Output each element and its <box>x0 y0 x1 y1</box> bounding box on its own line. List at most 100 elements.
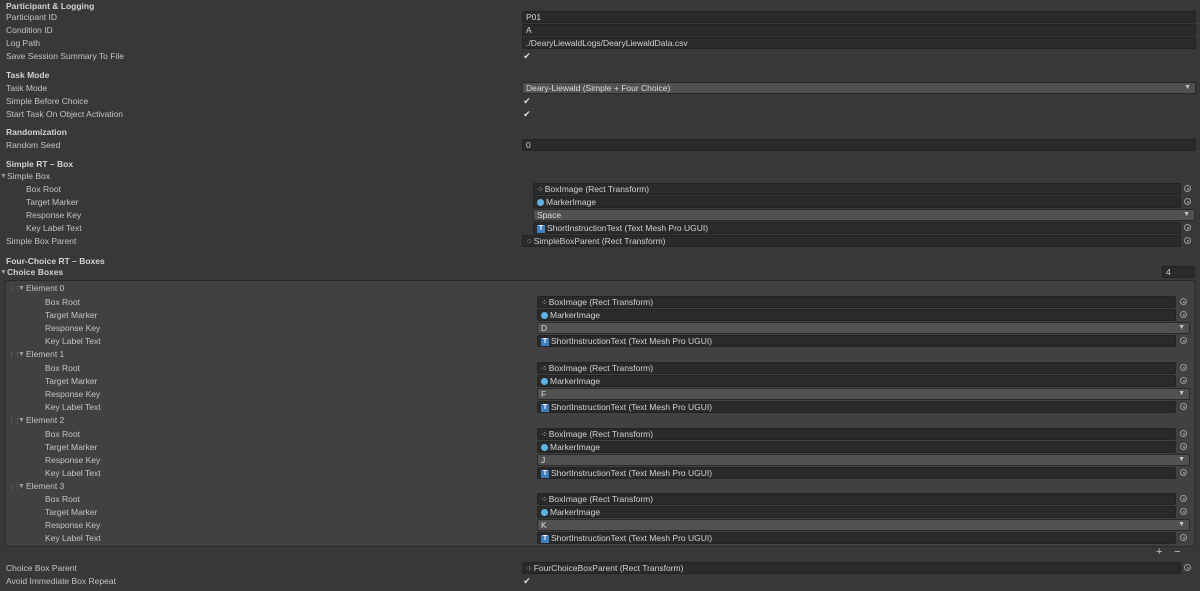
element-label: Element 0 <box>26 283 65 293</box>
object-picker-icon[interactable] <box>1180 495 1187 502</box>
task-mode-dropdown[interactable]: Deary-Liewald (Simple + Four Choice) ▼ <box>522 82 1196 94</box>
foldout-arrow-icon[interactable]: ▼ <box>0 266 7 279</box>
key-label-text-field[interactable]: T ShortInstructionText (Text Mesh Pro UGU… <box>537 401 1176 413</box>
rect-transform-icon: ⁘ <box>526 563 533 573</box>
object-picker-icon[interactable] <box>1184 198 1191 205</box>
key-label-text-label: Key Label Text <box>45 402 101 412</box>
element-3-box-root-row: Box Root ⁘ BoxImage (Rect Transform) <box>0 493 1200 506</box>
simple-box-parent-row: Simple Box Parent ⁘ SimpleBoxParent (Rect… <box>0 235 1200 248</box>
image-icon <box>541 444 548 452</box>
object-picker-icon[interactable] <box>1180 403 1187 410</box>
response-key-dropdown[interactable]: F ▼ <box>537 388 1190 400</box>
foldout-arrow-icon[interactable]: ▼ <box>18 414 25 427</box>
box-root-field[interactable]: ⁘ BoxImage (Rect Transform) <box>537 362 1176 374</box>
start-on-activation-checkbox[interactable]: ✔ <box>522 109 532 119</box>
section-task: Task Mode <box>0 69 1200 82</box>
simple-response-key-dropdown[interactable]: Space ▼ <box>533 209 1195 221</box>
condition-id-field[interactable]: A <box>522 24 1196 36</box>
target-marker-field[interactable]: MarkerImage <box>537 309 1176 321</box>
rect-transform-icon: ⁘ <box>541 363 548 373</box>
add-element-button[interactable]: + <box>1156 546 1162 558</box>
foldout-arrow-icon[interactable]: ▼ <box>18 282 25 295</box>
response-key-dropdown[interactable]: D ▼ <box>537 322 1190 334</box>
section-random: Randomization <box>0 126 1200 139</box>
foldout-arrow-icon[interactable]: ▼ <box>18 348 25 361</box>
rect-transform-icon: ⁘ <box>526 236 533 246</box>
target-marker-field[interactable]: MarkerImage <box>537 441 1176 453</box>
simple-key-label-field[interactable]: T ShortInstructionText (Text Mesh Pro UGU… <box>533 222 1181 234</box>
remove-element-button[interactable]: − <box>1174 546 1180 558</box>
element-1-foldout[interactable]: ⋮⋮ ▼ Element 1 <box>0 348 1200 361</box>
object-picker-icon[interactable] <box>1180 311 1187 318</box>
simple-target-marker-label: Target Marker <box>26 197 79 207</box>
simple-target-marker-row: Target Marker MarkerImage <box>0 196 1200 209</box>
object-picker-icon[interactable] <box>1180 430 1187 437</box>
element-0-foldout[interactable]: ⋮⋮ ▼ Element 0 <box>0 282 1200 295</box>
avoid-repeat-label: Avoid Immediate Box Repeat <box>6 576 116 586</box>
text-mesh-icon: T <box>541 534 549 543</box>
choice-boxes-foldout[interactable]: ▼ Choice Boxes 4 <box>0 266 1200 279</box>
simple-box-parent-field[interactable]: ⁘ SimpleBoxParent (Rect Transform) <box>522 235 1181 247</box>
object-picker-icon[interactable] <box>1180 364 1187 371</box>
foldout-arrow-icon[interactable]: ▼ <box>18 480 25 493</box>
target-marker-value: MarkerImage <box>550 442 601 452</box>
element-3-foldout[interactable]: ⋮⋮ ▼ Element 3 <box>0 480 1200 493</box>
simple-box-foldout[interactable]: ▼ Simple Box <box>0 170 1200 183</box>
key-label-text-field[interactable]: T ShortInstructionText (Text Mesh Pro UGU… <box>537 335 1176 347</box>
simple-response-key-label: Response Key <box>26 210 82 220</box>
target-marker-field[interactable]: MarkerImage <box>537 506 1176 518</box>
element-2-target-marker-row: Target Marker MarkerImage <box>0 441 1200 454</box>
object-picker-icon[interactable] <box>1184 185 1191 192</box>
simple-box-root-row: Box Root ⁘ BoxImage (Rect Transform) <box>0 183 1200 196</box>
choice-boxes-size-field[interactable]: 4 <box>1162 266 1195 278</box>
object-picker-icon[interactable] <box>1180 534 1187 541</box>
participant-id-field[interactable]: P01 <box>522 11 1196 23</box>
save-summary-checkbox[interactable]: ✔ <box>522 51 532 61</box>
key-label-text-value: ShortInstructionText (Text Mesh Pro UGUI… <box>551 533 713 543</box>
target-marker-label: Target Marker <box>45 442 98 452</box>
box-root-field[interactable]: ⁘ BoxImage (Rect Transform) <box>537 296 1176 308</box>
chevron-down-icon: ▼ <box>1184 84 1191 91</box>
image-icon <box>537 199 544 207</box>
element-2-key-label-row: Key Label Text T ShortInstructionText (Te… <box>0 467 1200 480</box>
box-root-field[interactable]: ⁘ BoxImage (Rect Transform) <box>537 428 1176 440</box>
response-key-dropdown[interactable]: K ▼ <box>537 519 1190 531</box>
key-label-text-field[interactable]: T ShortInstructionText (Text Mesh Pro UGU… <box>537 532 1176 544</box>
object-picker-icon[interactable] <box>1180 443 1187 450</box>
key-label-text-value: ShortInstructionText (Text Mesh Pro UGUI… <box>551 402 713 412</box>
avoid-repeat-checkbox[interactable]: ✔ <box>522 576 532 586</box>
box-root-field[interactable]: ⁘ BoxImage (Rect Transform) <box>537 493 1176 505</box>
element-label: Element 3 <box>26 481 65 491</box>
task-mode-label: Task Mode <box>6 83 48 93</box>
response-key-dropdown[interactable]: J ▼ <box>537 454 1190 466</box>
simple-before-choice-checkbox[interactable]: ✔ <box>522 96 532 106</box>
object-picker-icon[interactable] <box>1180 298 1187 305</box>
log-path-field[interactable]: ./DearyLiewaldLogs/DearyLiewaldData.csv <box>522 37 1196 49</box>
target-marker-label: Target Marker <box>45 507 98 517</box>
element-2-foldout[interactable]: ⋮⋮ ▼ Element 2 <box>0 414 1200 427</box>
image-icon <box>541 509 548 517</box>
task-mode-row: Task Mode Deary-Liewald (Simple + Four C… <box>0 82 1200 95</box>
object-picker-icon[interactable] <box>1180 337 1187 344</box>
key-label-text-label: Key Label Text <box>45 336 101 346</box>
target-marker-value: MarkerImage <box>550 507 601 517</box>
choice-box-parent-field[interactable]: ⁘ FourChoiceBoxParent (Rect Transform) <box>522 562 1181 574</box>
object-picker-icon[interactable] <box>1184 237 1191 244</box>
box-root-label: Box Root <box>45 363 80 373</box>
simple-box-root-field[interactable]: ⁘ BoxImage (Rect Transform) <box>533 183 1181 195</box>
simple-target-marker-field[interactable]: MarkerImage <box>533 196 1181 208</box>
text-mesh-icon: T <box>537 224 545 233</box>
object-picker-icon[interactable] <box>1180 508 1187 515</box>
random-seed-field[interactable]: 0 <box>522 139 1196 151</box>
object-picker-icon[interactable] <box>1180 469 1187 476</box>
object-picker-icon[interactable] <box>1184 224 1191 231</box>
section-header-task: Task Mode <box>6 70 50 80</box>
target-marker-field[interactable]: MarkerImage <box>537 375 1176 387</box>
chevron-down-icon: ▼ <box>1178 456 1185 463</box>
foldout-arrow-icon[interactable]: ▼ <box>0 170 7 183</box>
response-key-value: J <box>541 455 546 465</box>
random-seed-label: Random Seed <box>6 140 61 150</box>
object-picker-icon[interactable] <box>1184 564 1191 571</box>
key-label-text-field[interactable]: T ShortInstructionText (Text Mesh Pro UGU… <box>537 467 1176 479</box>
object-picker-icon[interactable] <box>1180 377 1187 384</box>
